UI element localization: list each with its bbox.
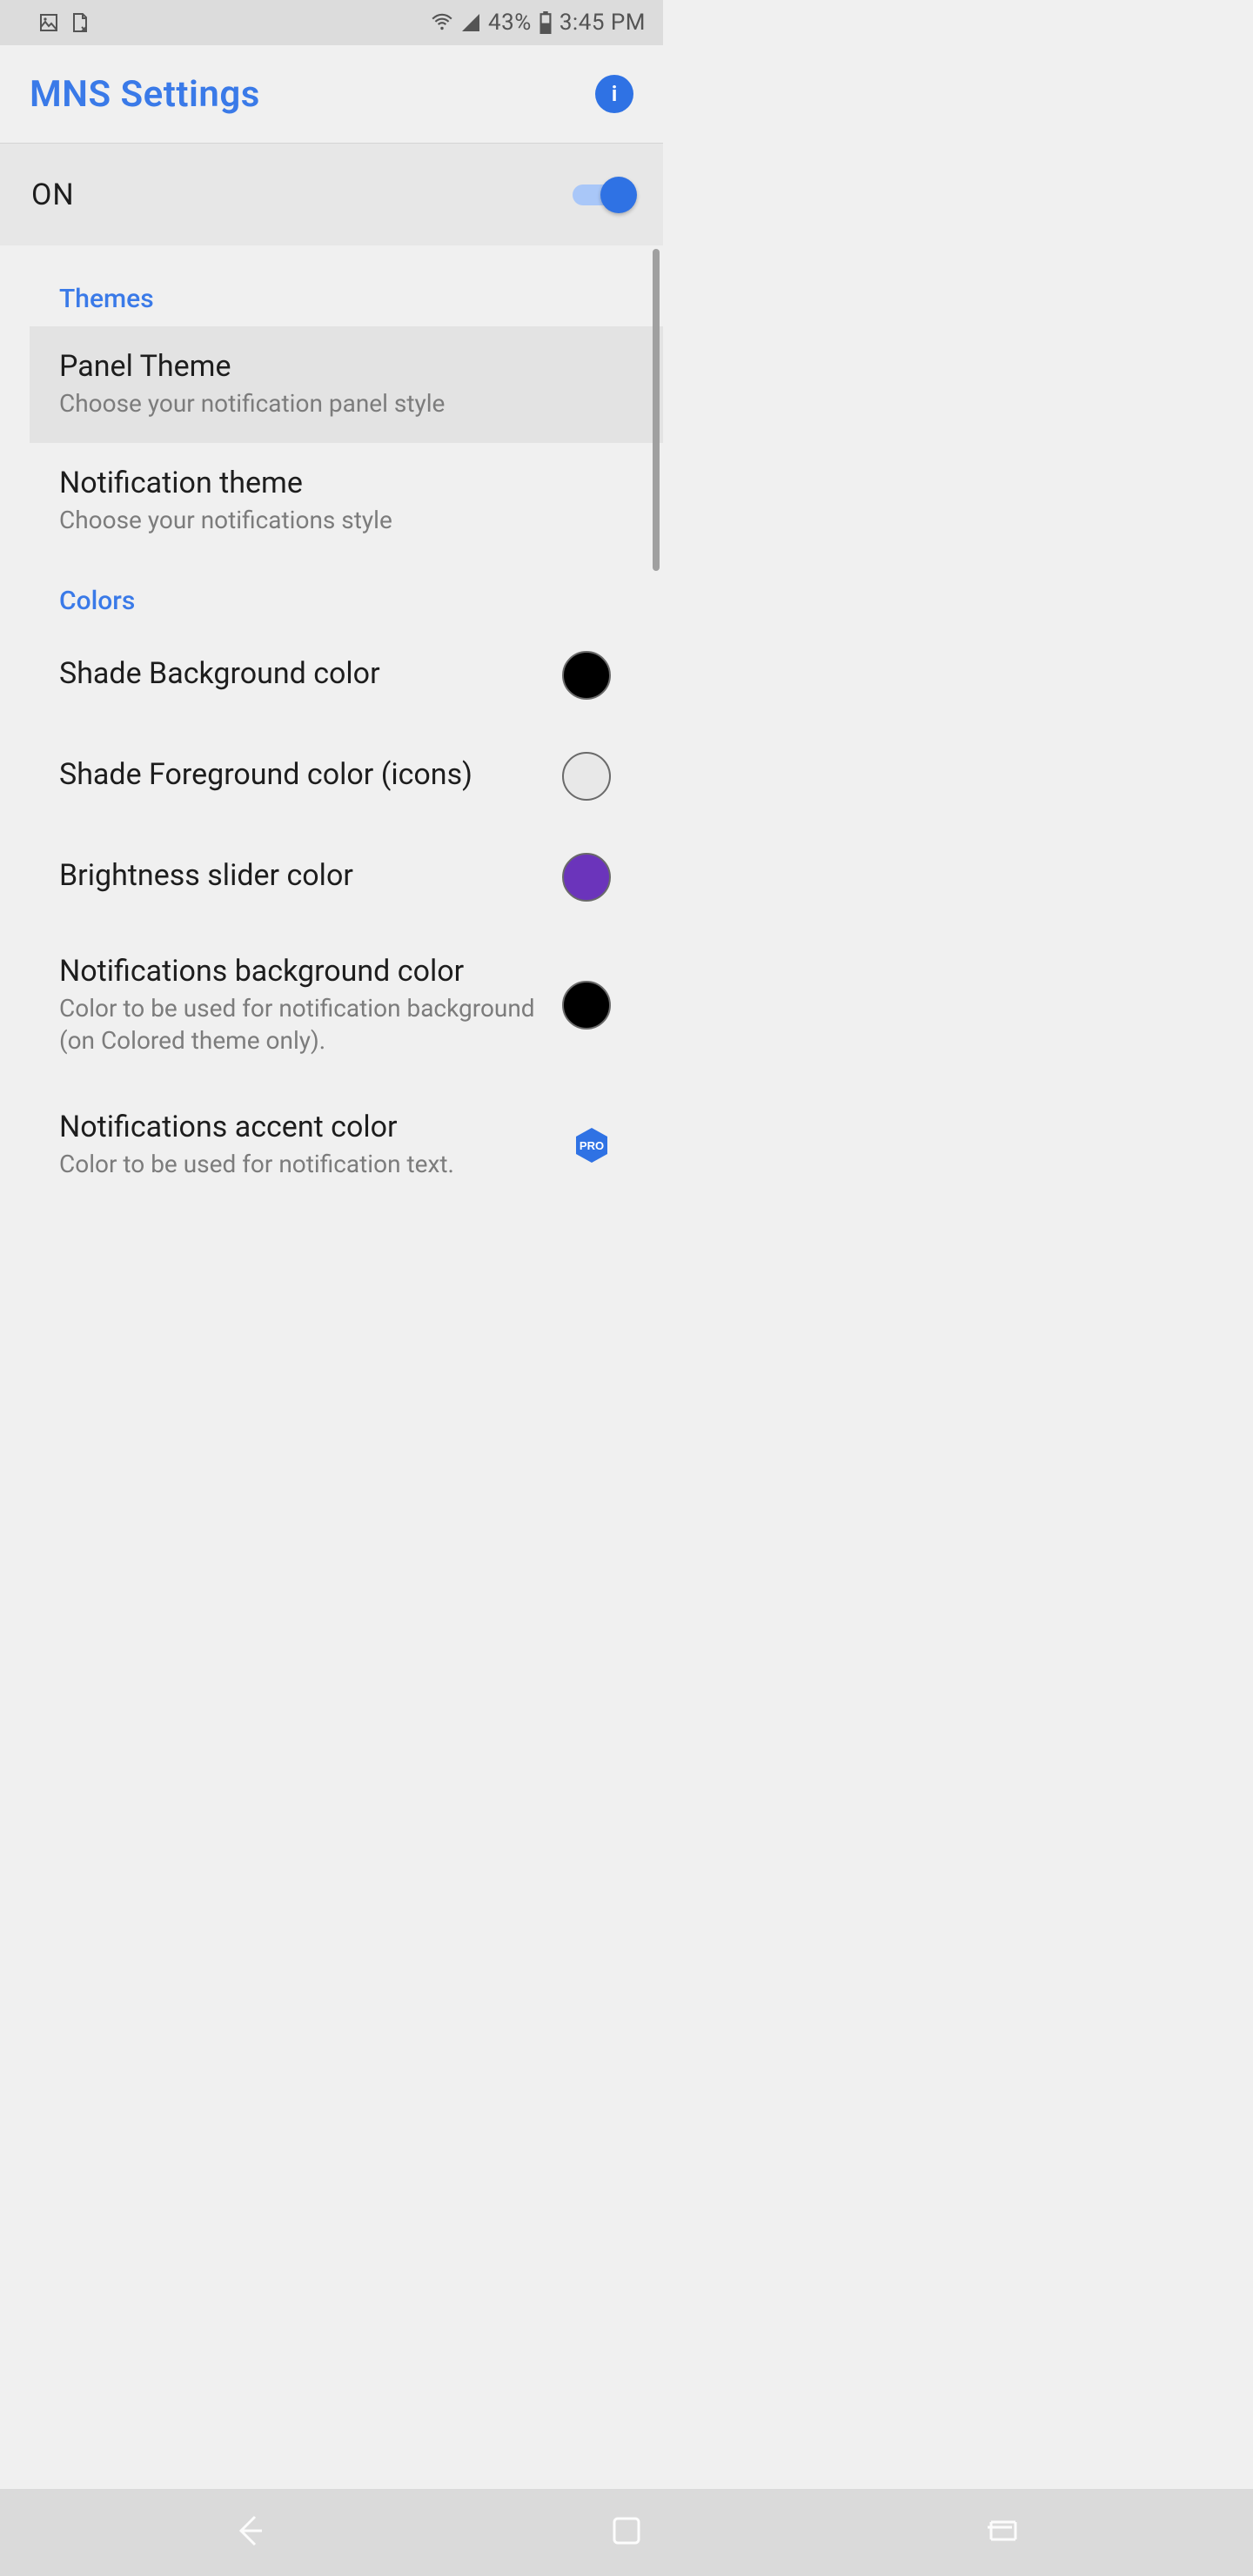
picture-icon	[38, 12, 59, 33]
pro-badge-icon: PRO	[573, 1126, 611, 1164]
pref-title: Shade Background color	[59, 656, 545, 691]
nav-recent-button[interactable]	[982, 2510, 1024, 2555]
pref-summary: Color to be used for notification text.	[59, 1148, 555, 1181]
master-toggle-row[interactable]: ON	[0, 144, 663, 245]
pref-title: Panel Theme	[59, 349, 611, 384]
clock: 3:45 PM	[559, 10, 646, 36]
pref-shade-bg-color[interactable]: Shade Background color	[30, 628, 663, 722]
pref-notification-theme[interactable]: Notification theme Choose your notificat…	[30, 443, 663, 560]
pref-notif-bg-color[interactable]: Notifications background color Color to …	[30, 931, 663, 1081]
document-x-icon	[70, 12, 90, 33]
switch-thumb	[600, 177, 637, 213]
pref-summary: Choose your notifications style	[59, 504, 611, 537]
pref-shade-fg-color[interactable]: Shade Foreground color (icons)	[30, 729, 663, 823]
pref-summary: Choose your notification panel style	[59, 387, 611, 420]
pref-title: Shade Foreground color (icons)	[59, 757, 545, 792]
signal-icon	[460, 12, 481, 33]
status-left-icons	[38, 12, 90, 33]
app-title: MNS Settings	[30, 73, 260, 116]
master-toggle-switch[interactable]	[573, 180, 632, 210]
info-icon: i	[612, 82, 617, 106]
home-icon	[606, 2510, 647, 2552]
nav-back-button[interactable]	[229, 2510, 271, 2555]
color-swatch[interactable]	[562, 752, 611, 801]
pref-notif-accent-color[interactable]: Notifications accent color Color to be u…	[30, 1087, 663, 1204]
nav-home-button[interactable]	[606, 2510, 647, 2555]
pref-title: Notifications accent color	[59, 1110, 555, 1144]
pref-title: Notification theme	[59, 466, 611, 500]
color-swatch[interactable]	[562, 981, 611, 1030]
status-right: 43% 3:45 PM	[431, 10, 646, 36]
battery-icon	[539, 11, 553, 34]
info-button[interactable]: i	[595, 75, 633, 113]
master-toggle-label: ON	[31, 178, 75, 212]
color-swatch[interactable]	[562, 651, 611, 700]
color-swatch[interactable]	[562, 853, 611, 902]
back-icon	[229, 2510, 271, 2552]
pref-panel-theme[interactable]: Panel Theme Choose your notification pan…	[30, 326, 663, 443]
pref-brightness-color[interactable]: Brightness slider color	[30, 830, 663, 924]
pref-summary: Color to be used for notification backgr…	[59, 992, 545, 1058]
battery-percent: 43%	[488, 10, 532, 36]
wifi-icon	[431, 11, 453, 34]
settings-list: Themes Panel Theme Choose your notificat…	[0, 245, 663, 1275]
scrollbar[interactable]	[653, 249, 660, 571]
pref-title: Brightness slider color	[59, 858, 545, 893]
app-bar: MNS Settings i	[0, 45, 663, 144]
navigation-bar	[0, 2489, 1253, 2576]
section-header-themes: Themes	[30, 245, 663, 326]
svg-text:PRO: PRO	[580, 1139, 604, 1152]
section-header-colors: Colors	[30, 560, 663, 628]
pref-title: Notifications background color	[59, 954, 545, 989]
recent-icon	[982, 2510, 1024, 2552]
status-bar: 43% 3:45 PM	[0, 0, 663, 45]
